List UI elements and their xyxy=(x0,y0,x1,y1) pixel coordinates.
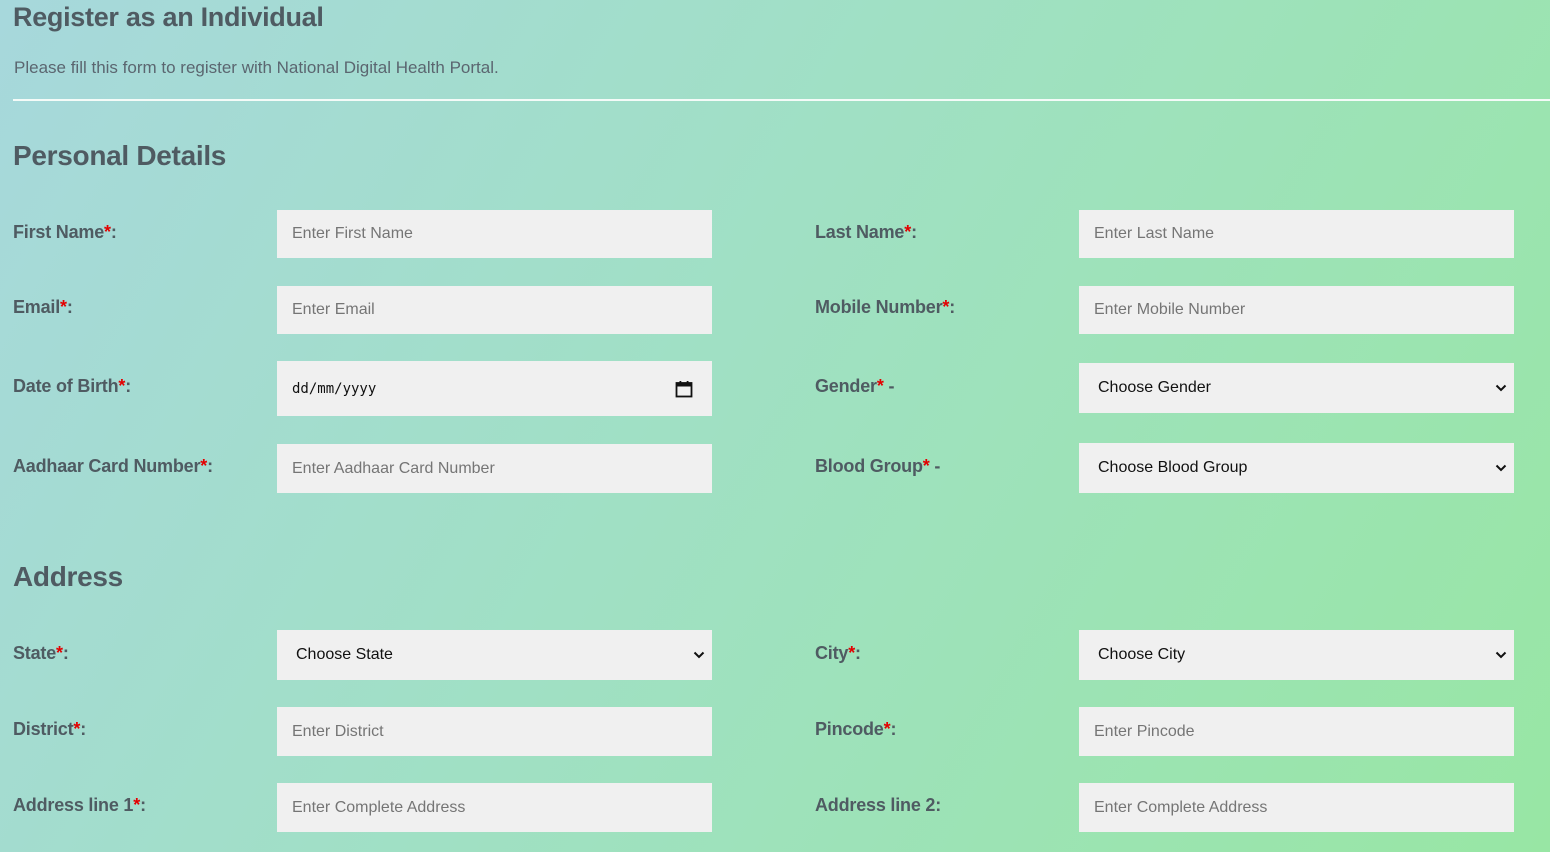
label-colon: : xyxy=(855,643,861,663)
date-of-birth-label: Date of Birth*: xyxy=(13,376,131,397)
required-mark: * xyxy=(104,222,111,242)
required-mark: * xyxy=(876,376,884,396)
state-selected-value: Choose State xyxy=(296,646,393,663)
label-colon: : xyxy=(949,297,956,317)
last-name-label: Last Name*: xyxy=(815,222,917,243)
aadhaar-label-text: Aadhaar Card Number xyxy=(13,456,201,476)
label-dash: - xyxy=(883,376,895,396)
page-title: Register as an Individual xyxy=(13,2,324,32)
label-colon: : xyxy=(890,719,897,739)
date-of-birth-label-text: Date of Birth xyxy=(13,376,119,396)
label-colon: : xyxy=(66,297,73,317)
address-line1-label-text: Address line 1 xyxy=(13,795,134,815)
chevron-down-icon xyxy=(1495,651,1507,659)
address-line1-placeholder: Enter Complete Address xyxy=(292,798,466,816)
first-name-label: First Name*: xyxy=(13,222,117,243)
address-line1-input[interactable]: Enter Complete Address xyxy=(277,783,712,832)
date-of-birth-value: dd/mm/yyyy xyxy=(292,380,377,397)
district-placeholder: Enter District xyxy=(292,722,384,740)
label-colon: : xyxy=(140,795,146,815)
first-name-input[interactable]: Enter First Name xyxy=(277,210,712,258)
city-label-text: City xyxy=(815,643,849,663)
email-input[interactable]: Enter Email xyxy=(277,286,712,334)
blood-group-label-text: Blood Group xyxy=(815,456,923,476)
pincode-input[interactable]: Enter Pincode xyxy=(1079,707,1514,756)
required-mark: * xyxy=(56,643,63,663)
chevron-down-icon xyxy=(1495,464,1507,472)
address-line2-label-text: Address line 2: xyxy=(815,795,942,815)
mobile-number-label: Mobile Number*: xyxy=(815,297,955,318)
blood-group-label: Blood Group* - xyxy=(815,456,940,477)
address-line2-placeholder: Enter Complete Address xyxy=(1094,798,1268,816)
header-divider xyxy=(13,99,1550,101)
aadhaar-placeholder: Enter Aadhaar Card Number xyxy=(292,459,495,477)
state-label-text: State xyxy=(13,643,57,663)
state-select[interactable]: Choose State xyxy=(277,630,712,680)
label-colon: : xyxy=(125,376,132,396)
address-line1-label: Address line 1*: xyxy=(13,795,146,816)
gender-selected-value: Choose Gender xyxy=(1098,379,1211,396)
calendar-icon[interactable] xyxy=(675,380,693,398)
label-colon: : xyxy=(80,719,87,739)
blood-group-selected-value: Choose Blood Group xyxy=(1098,459,1248,476)
gender-label-text: Gender xyxy=(815,376,877,396)
first-name-label-text: First Name xyxy=(13,222,105,242)
page-subtitle: Please fill this form to register with N… xyxy=(14,58,499,77)
label-colon: : xyxy=(911,222,917,242)
pincode-label: Pincode*: xyxy=(815,719,896,740)
state-label: State*: xyxy=(13,643,69,664)
label-colon: : xyxy=(207,456,213,476)
aadhaar-input[interactable]: Enter Aadhaar Card Number xyxy=(277,444,712,493)
city-select[interactable]: Choose City xyxy=(1079,630,1514,680)
district-label-text: District xyxy=(13,719,74,739)
gender-label: Gender* - xyxy=(815,376,894,397)
city-selected-value: Choose City xyxy=(1098,646,1186,663)
mobile-number-input[interactable]: Enter Mobile Number xyxy=(1079,286,1514,334)
district-input[interactable]: Enter District xyxy=(277,707,712,756)
mobile-number-placeholder: Enter Mobile Number xyxy=(1094,301,1246,318)
city-label: City*: xyxy=(815,643,861,664)
address-line2-label: Address line 2: xyxy=(815,795,941,816)
aadhaar-label: Aadhaar Card Number*: xyxy=(13,456,213,477)
blood-group-select[interactable]: Choose Blood Group xyxy=(1079,443,1514,493)
label-colon: : xyxy=(62,643,69,663)
chevron-down-icon xyxy=(693,651,705,659)
email-label-text: Email xyxy=(13,297,61,317)
label-dash: - xyxy=(929,456,941,476)
pincode-placeholder: Enter Pincode xyxy=(1094,722,1195,740)
pincode-label-text: Pincode xyxy=(815,719,884,739)
section-title-address: Address xyxy=(13,561,123,592)
date-of-birth-input[interactable]: dd/mm/yyyy xyxy=(277,361,712,416)
last-name-label-text: Last Name xyxy=(815,222,905,242)
address-line2-input[interactable]: Enter Complete Address xyxy=(1079,783,1514,832)
required-mark: * xyxy=(922,456,930,476)
required-mark: * xyxy=(60,297,67,317)
section-title-personal-details: Personal Details xyxy=(13,140,227,171)
email-label: Email*: xyxy=(13,297,73,318)
email-placeholder: Enter Email xyxy=(292,301,375,318)
chevron-down-icon xyxy=(1495,384,1507,392)
last-name-input[interactable]: Enter Last Name xyxy=(1079,210,1514,258)
first-name-placeholder: Enter First Name xyxy=(292,225,413,242)
last-name-placeholder: Enter Last Name xyxy=(1094,225,1215,242)
mobile-number-label-text: Mobile Number xyxy=(815,297,943,317)
required-mark: * xyxy=(848,643,856,663)
gender-select[interactable]: Choose Gender xyxy=(1079,363,1514,413)
district-label: District*: xyxy=(13,719,86,740)
label-colon: : xyxy=(110,222,117,242)
